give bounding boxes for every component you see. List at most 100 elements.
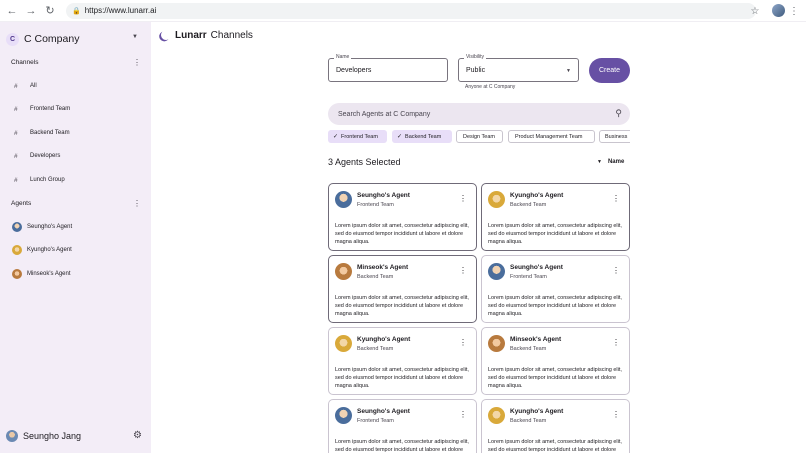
- sort-label: Name: [607, 159, 625, 165]
- sidebar-item-label: Backend Team: [30, 130, 70, 136]
- chip-backend-team[interactable]: ✓ Backend Team: [392, 130, 452, 143]
- browser-profile-avatar[interactable]: [772, 4, 785, 17]
- address-bar[interactable]: 🔒 https://www.lunarr.ai: [66, 2, 756, 19]
- name-field[interactable]: Name Developers: [328, 54, 448, 82]
- sidebar-item-label: Kyungho's Agent: [27, 247, 72, 253]
- agent-name: Seungho's Agent: [357, 192, 410, 199]
- forward-arrow-icon[interactable]: →: [23, 3, 39, 19]
- more-vert-icon[interactable]: ⋮: [612, 338, 620, 347]
- name-field-label: Name: [334, 54, 352, 60]
- sidebar-item-frontend-team[interactable]: # Frontend Team: [11, 102, 141, 116]
- visibility-helper-text: Anyone at C Company: [465, 84, 516, 90]
- agent-description: Lorem ipsum dolor sit amet, consectetur …: [335, 295, 469, 318]
- chip-label: Frontend Team: [341, 133, 378, 140]
- visibility-field-label: Visibility: [464, 54, 486, 60]
- sidebar-item-label: All: [30, 83, 37, 89]
- avatar: [12, 245, 22, 255]
- agent-card[interactable]: Kyungho's Agent Backend Team ⋮ Lorem ips…: [481, 183, 630, 251]
- avatar: [488, 335, 505, 352]
- sidebar-item-backend-team[interactable]: # Backend Team: [11, 126, 141, 140]
- agent-team: Backend Team: [510, 346, 547, 352]
- check-icon: ✓: [333, 134, 339, 140]
- more-vert-icon[interactable]: ⋮: [612, 410, 620, 419]
- chip-product-management-team[interactable]: Product Management Team: [508, 130, 595, 143]
- agent-team: Frontend Team: [357, 202, 394, 208]
- current-user[interactable]: Seungho Jang ⚙: [6, 428, 146, 444]
- sidebar-item-label: Frontend Team: [30, 106, 71, 112]
- agent-card[interactable]: Minseok's Agent Backend Team ⋮ Lorem ips…: [481, 327, 630, 395]
- bookmark-star-icon[interactable]: ☆: [748, 3, 762, 19]
- company-switcher[interactable]: C C Company ▼: [6, 30, 146, 48]
- agent-search-input[interactable]: Search Agents at C Company ⚲: [328, 103, 630, 125]
- sidebar-agent-minseok[interactable]: Minseok's Agent: [11, 267, 141, 281]
- agent-card[interactable]: Kyungho's Agent Backend Team ⋮ Lorem ips…: [481, 399, 630, 453]
- chip-business[interactable]: Business: [599, 130, 630, 143]
- chip-label: Product Management Team: [515, 133, 583, 140]
- sidebar-item-label: Seungho's Agent: [27, 224, 73, 230]
- hash-icon: #: [14, 129, 18, 137]
- lock-icon: 🔒: [72, 7, 81, 15]
- channels-header-label: Channels: [11, 58, 39, 66]
- more-vert-icon[interactable]: ⋮: [612, 194, 620, 203]
- page-title: Channels: [210, 29, 253, 41]
- avatar: [12, 222, 22, 232]
- hash-icon: #: [14, 105, 18, 113]
- gear-icon[interactable]: ⚙: [133, 430, 142, 441]
- agent-description: Lorem ipsum dolor sit amet, consectetur …: [335, 439, 469, 454]
- sidebar-item-label: Minseok's Agent: [27, 271, 71, 277]
- sidebar-item-label: Lunch Group: [30, 177, 65, 183]
- agent-description: Lorem ipsum dolor sit amet, consectetur …: [488, 439, 622, 454]
- caret-down-icon: ▼: [132, 34, 138, 40]
- agent-name: Seungho's Agent: [510, 264, 563, 271]
- more-vert-icon[interactable]: ⋮: [459, 194, 467, 203]
- user-name: Seungho Jang: [23, 431, 82, 441]
- more-vert-icon[interactable]: ⋮: [459, 266, 467, 275]
- agent-name: Seungho's Agent: [357, 408, 410, 415]
- agent-card[interactable]: Seungho's Agent Frontend Team ⋮ Lorem ip…: [481, 255, 630, 323]
- sidebar-item-lunch-group[interactable]: # Lunch Group: [11, 173, 141, 187]
- sidebar-agent-kyungho[interactable]: Kyungho's Agent: [11, 243, 141, 257]
- sidebar-item-developers[interactable]: # Developers: [11, 149, 141, 163]
- visibility-field-value: Public: [466, 67, 486, 74]
- more-vert-icon[interactable]: ⋮: [459, 410, 467, 419]
- agent-card[interactable]: Kyungho's Agent Backend Team ⋮ Lorem ips…: [328, 327, 477, 395]
- sort-caret-icon: ▼: [597, 159, 602, 165]
- sidebar-item-label: Developers: [30, 153, 61, 159]
- channels-more-icon[interactable]: ⋮: [133, 58, 141, 67]
- more-vert-icon[interactable]: ⋮: [459, 338, 467, 347]
- agent-team: Backend Team: [510, 418, 547, 424]
- search-icon[interactable]: ⚲: [615, 108, 622, 119]
- agent-team: Backend Team: [510, 202, 547, 208]
- agent-card[interactable]: Minseok's Agent Backend Team ⋮ Lorem ips…: [328, 255, 477, 323]
- more-vert-icon[interactable]: ⋮: [612, 266, 620, 275]
- chip-label: Design Team: [463, 133, 495, 140]
- avatar: [335, 263, 352, 280]
- back-arrow-icon[interactable]: ←: [4, 3, 20, 19]
- browser-toolbar: ← → ↻ 🔒 https://www.lunarr.ai: [0, 0, 806, 22]
- channels-section-header: Channels ⋮: [11, 56, 141, 68]
- reload-icon[interactable]: ↻: [42, 3, 58, 19]
- sidebar-item-all[interactable]: # All: [11, 79, 141, 93]
- agent-team: Backend Team: [357, 346, 394, 352]
- check-icon: ✓: [397, 134, 403, 140]
- agent-name: Kyungho's Agent: [510, 408, 564, 415]
- visibility-select[interactable]: Visibility Public ▼: [458, 54, 579, 82]
- avatar: [488, 191, 505, 208]
- browser-menu-icon[interactable]: ⋮: [789, 3, 799, 19]
- create-button[interactable]: Create: [589, 58, 630, 83]
- hash-icon: #: [14, 176, 18, 184]
- agent-card[interactable]: Seungho's Agent Frontend Team ⋮ Lorem ip…: [328, 399, 477, 453]
- moon-logo-icon: [160, 29, 172, 41]
- agent-card[interactable]: Seungho's Agent Frontend Team ⋮ Lorem ip…: [328, 183, 477, 251]
- sort-control[interactable]: ▼ Name: [597, 159, 624, 165]
- avatar: [488, 263, 505, 280]
- sidebar-agent-seungho[interactable]: Seungho's Agent: [11, 220, 141, 234]
- chip-frontend-team[interactable]: ✓ Frontend Team: [328, 130, 387, 143]
- hash-icon: #: [14, 152, 18, 160]
- chip-design-team[interactable]: Design Team: [456, 130, 503, 143]
- brand-name: Lunarr: [175, 29, 207, 41]
- avatar: [488, 407, 505, 424]
- agent-description: Lorem ipsum dolor sit amet, consectetur …: [335, 223, 469, 246]
- agent-description: Lorem ipsum dolor sit amet, consectetur …: [488, 223, 622, 246]
- agents-more-icon[interactable]: ⋮: [133, 199, 141, 208]
